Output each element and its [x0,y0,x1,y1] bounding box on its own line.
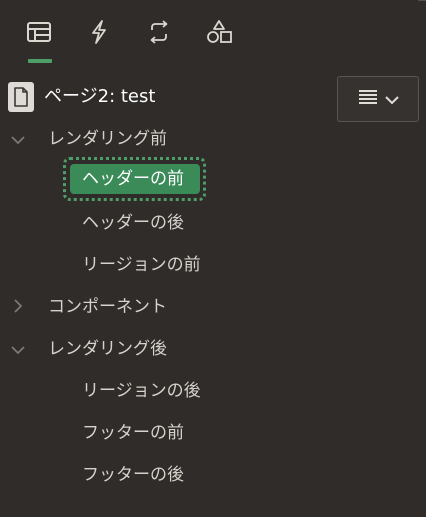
tree-node-label[interactable]: リージョンの後 [82,380,201,402]
chevron-down-icon [11,340,25,359]
tree-group-before-rendering: レンダリング前 [0,118,426,160]
tree-node: ヘッダーの後 [0,202,426,244]
tab-processing[interactable] [137,0,181,64]
page-title[interactable]: ページ2: test [44,86,155,108]
tree-group-label[interactable]: レンダリング前 [48,128,167,150]
tree-group-after-rendering: レンダリング後 [0,328,426,370]
hamburger-icon [358,89,378,109]
collapse-toggle[interactable] [8,131,28,147]
tree-node: リージョンの後 [0,370,426,412]
tree-node-label[interactable]: フッターの後 [82,464,184,486]
tab-rendering[interactable] [17,0,61,64]
lightning-icon [88,19,110,45]
tree-node-label: ヘッダーの前 [82,169,184,189]
page-icon [8,82,34,112]
tree-node-label[interactable]: フッターの前 [82,422,184,444]
tree-menu-button[interactable] [337,76,419,122]
tree-node-selected[interactable]: ヘッダーの前 [70,164,200,194]
tree-node: フッターの後 [0,454,426,496]
shapes-icon [205,19,233,45]
chevron-down-icon [384,90,399,109]
active-tab-indicator [28,59,52,63]
tree-group-components: コンポーネント [0,286,426,328]
tree-node-label[interactable]: ヘッダーの後 [82,212,184,234]
chevron-right-icon [13,298,23,317]
page-designer-panel: ページ2: test レンダリング前 ヘッダーの前 ヘッダーの後 リージョンの前… [0,0,426,517]
tab-dynamic-actions[interactable] [77,0,121,64]
layout-icon [26,20,52,44]
tab-shared-components[interactable] [197,0,241,64]
tree-group-label[interactable]: コンポーネント [48,296,167,318]
divider [418,0,426,7]
tree-group-label[interactable]: レンダリング後 [48,338,167,360]
collapse-toggle[interactable] [8,341,28,357]
tree-node-label[interactable]: リージョンの前 [82,254,201,276]
tree-node: リージョンの前 [0,244,426,286]
chevron-down-icon [11,130,25,149]
refresh-icon [146,20,172,44]
tab-bar [0,0,426,64]
page-header: ページ2: test [0,78,330,118]
tree-node: フッターの前 [0,412,426,454]
expand-toggle[interactable] [8,298,28,317]
